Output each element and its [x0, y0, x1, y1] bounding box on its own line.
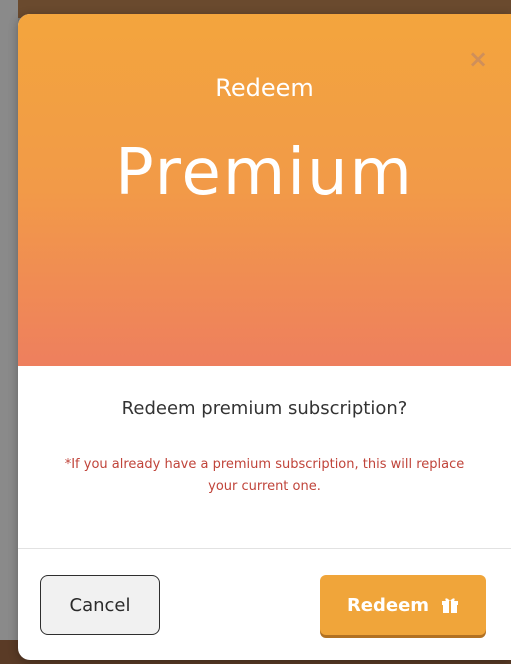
cancel-button-label: Cancel: [69, 594, 131, 616]
premium-banner: × Redeem Premium: [18, 14, 511, 366]
banner-title: Premium: [115, 136, 414, 210]
confirm-question: Redeem premium subscription?: [121, 398, 408, 419]
gift-icon: [441, 597, 459, 613]
redeem-button-label: Redeem: [346, 594, 430, 616]
redeem-modal: × Redeem Premium Redeem premium subscrip…: [18, 14, 511, 660]
modal-footer: Cancel Redeem: [18, 549, 511, 660]
replace-warning: *If you already have a premium subscript…: [64, 457, 465, 494]
redeem-button[interactable]: Redeem: [320, 575, 486, 635]
modal-body: Redeem premium subscription? *If you alr…: [18, 366, 511, 548]
cancel-button[interactable]: Cancel: [40, 575, 160, 635]
backdrop-left: [0, 0, 18, 664]
close-icon[interactable]: ×: [467, 47, 489, 71]
banner-subtitle: Redeem: [215, 74, 314, 102]
